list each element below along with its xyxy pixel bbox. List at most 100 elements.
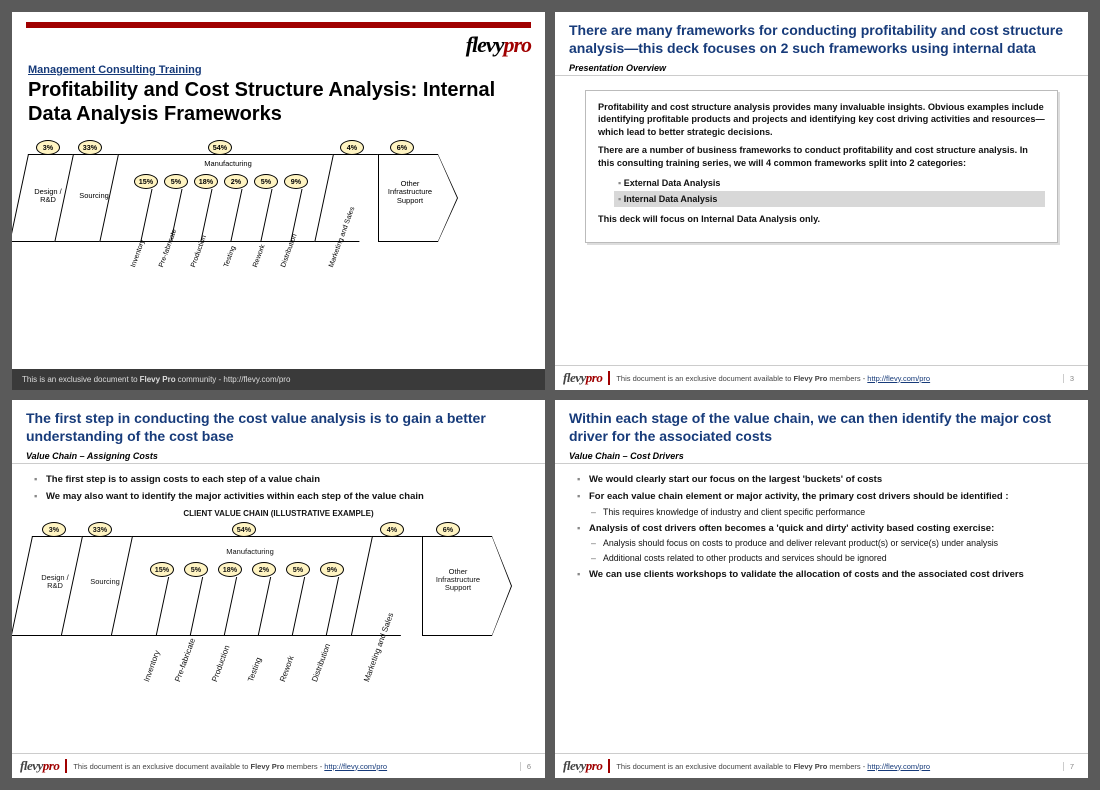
value-chain-diagram: Design / R&D Sourcing Manufacturing Othe… <box>32 522 525 692</box>
footer-divider <box>608 759 610 773</box>
vc-title: CLIENT VALUE CHAIN (ILLUSTRATIVE EXAMPLE… <box>32 509 525 518</box>
pct-prod: 18% <box>218 562 242 577</box>
sub-test: Testing <box>246 656 263 683</box>
pct-design: 3% <box>36 140 60 155</box>
kicker: Management Consulting Training <box>28 64 529 76</box>
sub-dist: Distribution <box>310 642 332 683</box>
page-number: 3 <box>1063 374 1080 383</box>
brand-suffix: pro <box>503 32 531 57</box>
pct-other: 6% <box>390 140 414 155</box>
label-manufacturing: Manufacturing <box>188 160 268 168</box>
page-number: 6 <box>520 762 537 771</box>
bullet-2: For each value chain element or major ac… <box>575 491 1068 518</box>
slide-footer: flevypro This document is an exclusive d… <box>12 753 545 778</box>
label-manufacturing: Manufacturing <box>210 548 290 556</box>
cat-internal: Internal Data Analysis <box>614 191 1045 207</box>
para1: Profitability and cost structure analysi… <box>598 101 1045 138</box>
label-sourcing: Sourcing <box>74 192 114 200</box>
content: We would clearly start our focus on the … <box>555 470 1088 753</box>
footer-logo: flevypro <box>563 370 602 386</box>
bullet-3: Analysis of cost drivers often becomes a… <box>575 523 1068 564</box>
content: Profitability and cost structure analysi… <box>555 82 1088 365</box>
bullet-4: We can use clients workshops to validate… <box>575 569 1068 581</box>
footer-divider <box>65 759 67 773</box>
pct-test: 2% <box>252 562 276 577</box>
sub-inv: Inventory <box>130 239 146 268</box>
brand-name: flevy <box>466 32 504 57</box>
pct-mfg: 54% <box>232 522 256 537</box>
pct-mfg: 54% <box>208 140 232 155</box>
pct-prod: 18% <box>194 174 218 189</box>
label-other: Other Infrastructure Support <box>380 180 440 205</box>
slide-2: There are many frameworks for conducting… <box>555 12 1088 390</box>
bullet-1: The first step is to assign costs to eac… <box>32 474 525 486</box>
pct-sourcing: 33% <box>88 522 112 537</box>
pct-rework: 5% <box>254 174 278 189</box>
sub-rework: Rework <box>252 244 267 269</box>
slide-footer: flevypro This document is an exclusive d… <box>555 753 1088 778</box>
bullet-2: We may also want to identify the major a… <box>32 491 525 503</box>
footer-logo: flevypro <box>20 758 59 774</box>
label-sourcing: Sourcing <box>84 578 126 586</box>
footer-logo: flevypro <box>563 758 602 774</box>
pct-dist: 9% <box>320 562 344 577</box>
value-chain-small: Design / R&D Sourcing Manufacturing Othe… <box>28 140 529 276</box>
headline: There are many frameworks for conducting… <box>555 12 1088 61</box>
pct-dist: 9% <box>284 174 308 189</box>
pct-test: 2% <box>224 174 248 189</box>
brand-logo: flevypro <box>466 32 531 58</box>
subhead: Presentation Overview <box>555 61 1088 76</box>
slide-grid: flevypro Management Consulting Training … <box>0 0 1100 790</box>
slide-3: The first step in conducting the cost va… <box>12 400 545 778</box>
closing: This deck will focus on Internal Data An… <box>598 213 1045 225</box>
sub-inv: Inventory <box>142 649 162 683</box>
category-list: External Data Analysis Internal Data Ana… <box>614 175 1045 207</box>
content: The first step is to assign costs to eac… <box>12 470 545 753</box>
pct-prefab: 5% <box>164 174 188 189</box>
bullet-3b: Additional costs related to other produc… <box>589 553 1068 564</box>
pct-design: 3% <box>42 522 66 537</box>
footer-divider <box>608 371 610 385</box>
footer-text-bold: Flevy Pro <box>140 375 176 384</box>
bullet-1: We would clearly start our focus on the … <box>575 474 1068 486</box>
overview-box: Profitability and cost structure analysi… <box>585 90 1058 243</box>
slide-1: flevypro Management Consulting Training … <box>12 12 545 390</box>
slide-footer: flevypro This document is an exclusive d… <box>555 365 1088 390</box>
sub-rework: Rework <box>278 654 296 683</box>
footer-text: This document is an exclusive document a… <box>616 762 1057 771</box>
logo-row: flevypro <box>12 28 545 58</box>
bullet-3a: Analysis should focus on costs to produc… <box>589 538 1068 549</box>
footer-text: This document is an exclusive document a… <box>73 762 514 771</box>
sub-test: Testing <box>223 245 237 268</box>
value-chain-diagram: Design / R&D Sourcing Manufacturing Othe… <box>28 140 529 270</box>
pct-mkt: 4% <box>380 522 404 537</box>
pct-inv: 15% <box>134 174 158 189</box>
footer-text-suffix: community - http://flevy.com/pro <box>178 375 291 384</box>
pct-mkt: 4% <box>340 140 364 155</box>
pct-rework: 5% <box>286 562 310 577</box>
para2: There are a number of business framework… <box>598 144 1045 169</box>
bullet-2a: This requires knowledge of industry and … <box>589 507 1068 518</box>
pct-prefab: 5% <box>184 562 208 577</box>
page-number: 7 <box>1063 762 1080 771</box>
bullet-list: The first step is to assign costs to eac… <box>32 474 525 504</box>
label-design: Design / R&D <box>34 574 76 591</box>
cat-external: External Data Analysis <box>614 175 1045 191</box>
pct-inv: 15% <box>150 562 174 577</box>
pct-sourcing: 33% <box>78 140 102 155</box>
footer-link[interactable]: http://flevy.com/pro <box>324 762 387 771</box>
footer-link[interactable]: http://flevy.com/pro <box>867 762 930 771</box>
slide-title: Profitability and Cost Structure Analysi… <box>28 78 529 126</box>
footer-text: This document is an exclusive document a… <box>616 374 1057 383</box>
headline: The first step in conducting the cost va… <box>12 400 545 449</box>
subhead: Value Chain – Cost Drivers <box>555 449 1088 464</box>
sub-prefab: Pre-fabricate <box>173 637 197 683</box>
sub-prod: Production <box>210 644 232 683</box>
bullet-list: We would clearly start our focus on the … <box>575 474 1068 582</box>
slide-4: Within each stage of the value chain, we… <box>555 400 1088 778</box>
slide1-footer: This is an exclusive document to Flevy P… <box>12 369 545 390</box>
subhead: Value Chain – Assigning Costs <box>12 449 545 464</box>
pct-other: 6% <box>436 522 460 537</box>
label-design: Design / R&D <box>28 188 68 205</box>
footer-link[interactable]: http://flevy.com/pro <box>867 374 930 383</box>
